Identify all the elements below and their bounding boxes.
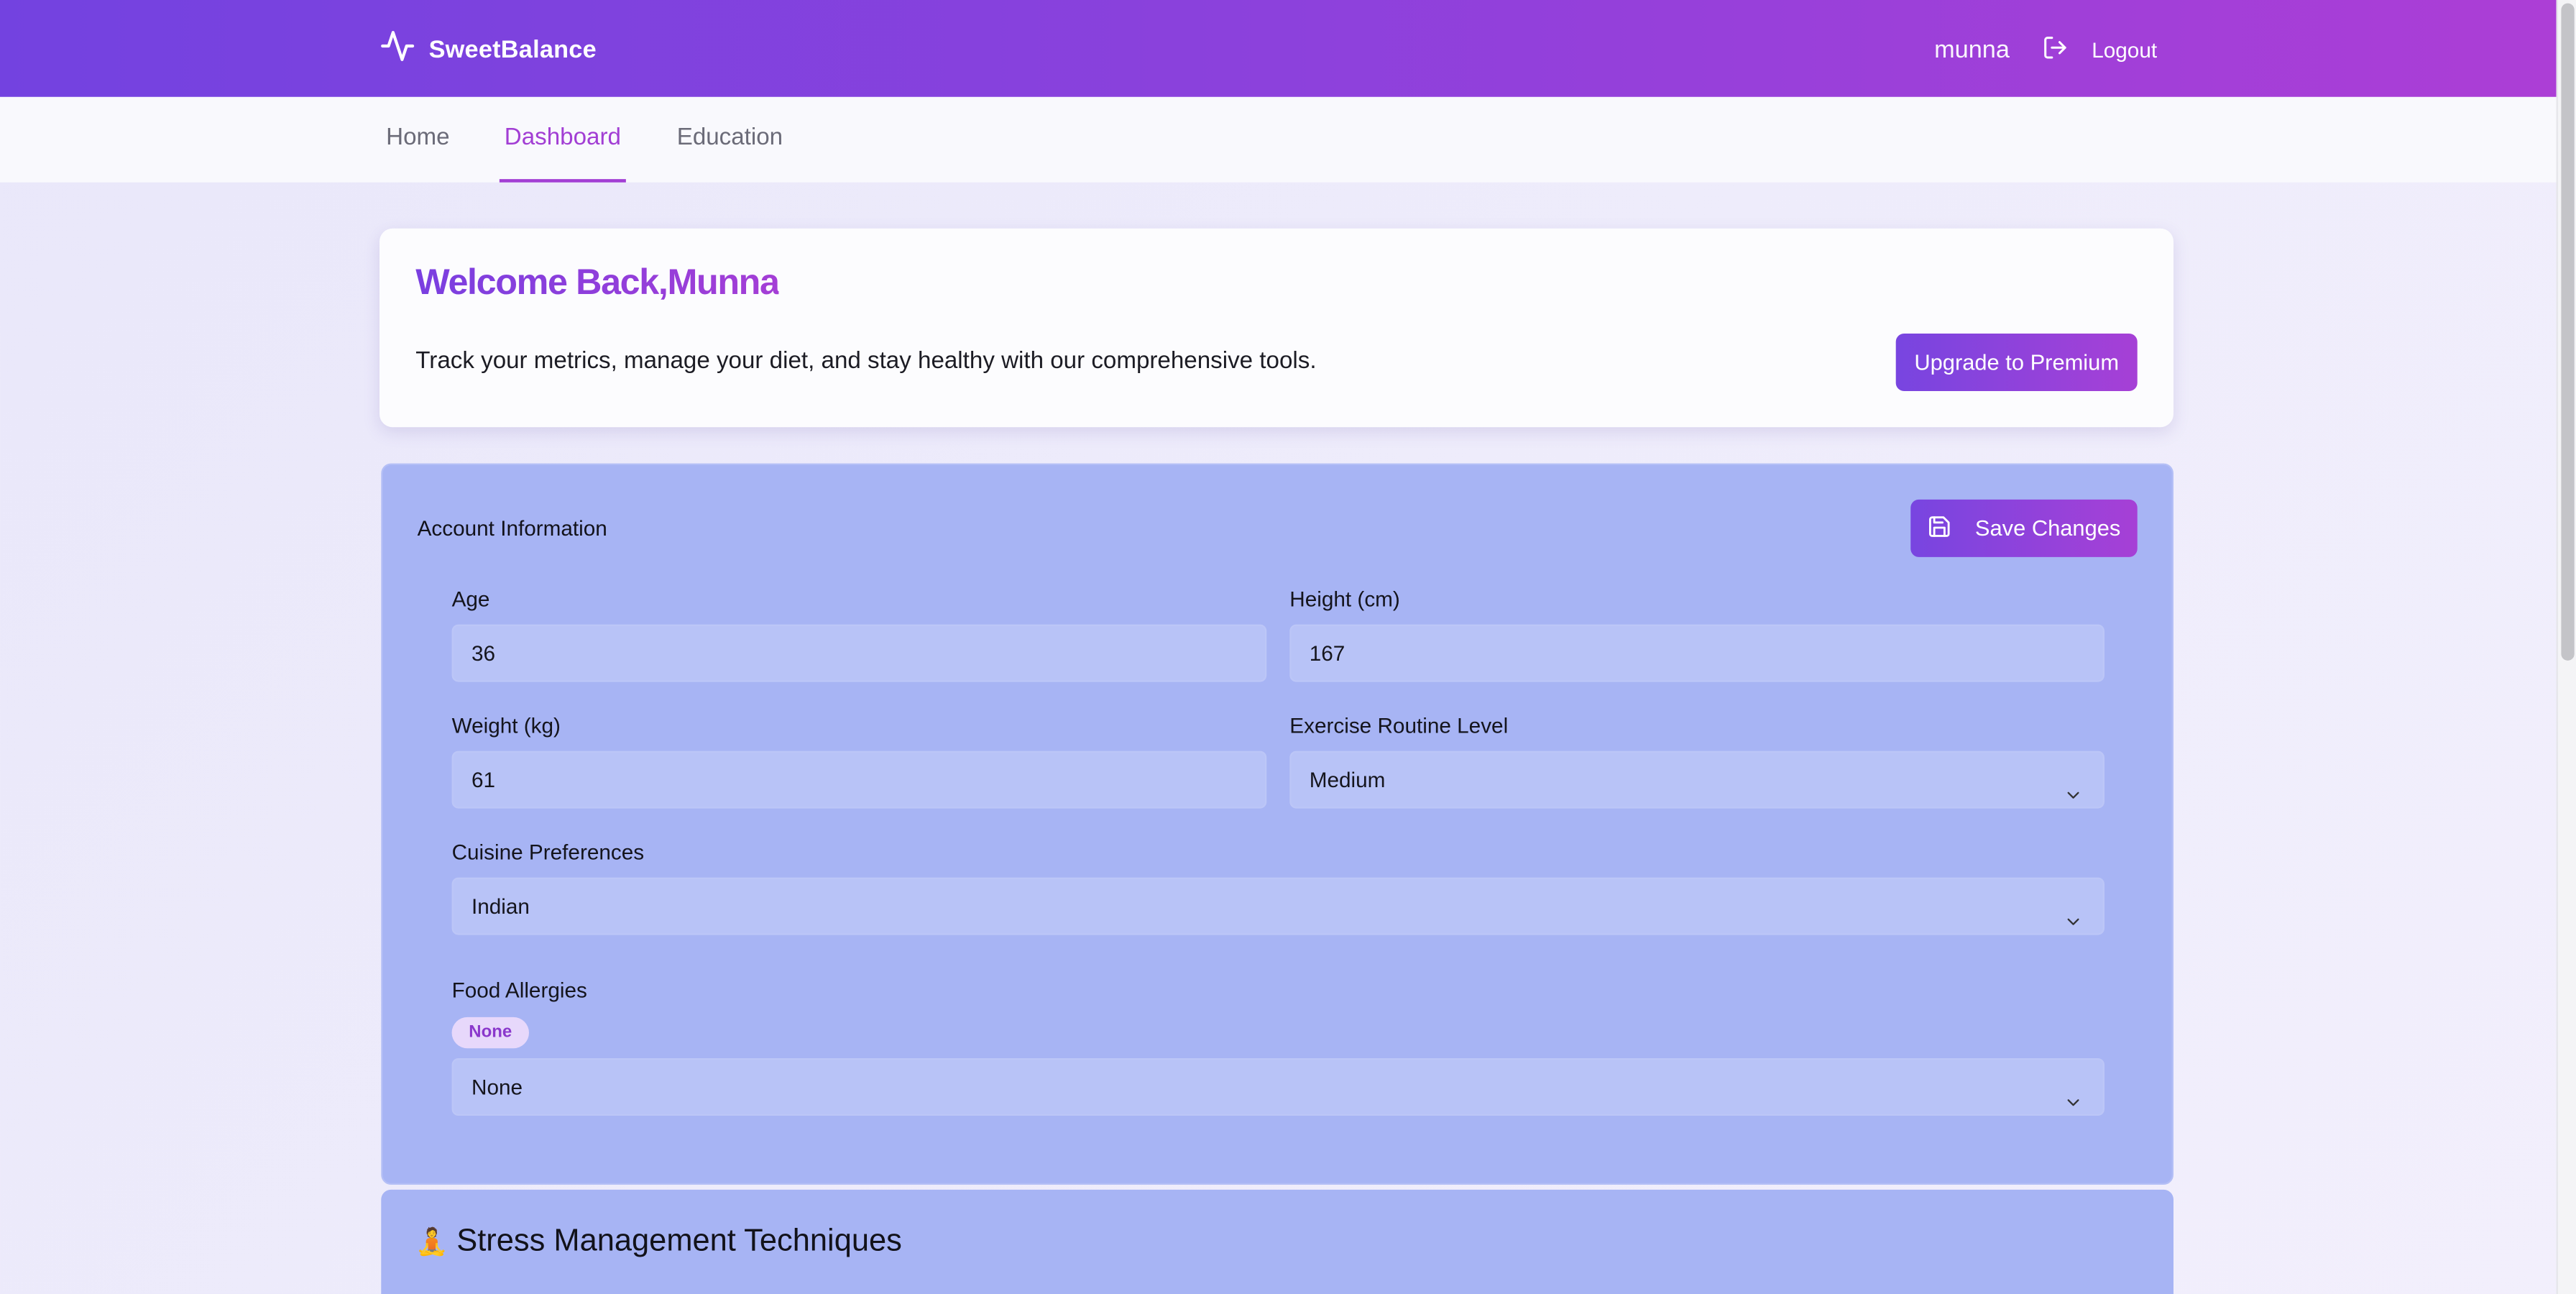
logout-icon [2043,34,2069,65]
page-scrollbar[interactable] [2556,0,2576,1294]
cuisine-label: Cuisine Preferences [451,839,645,865]
user-area: munna Logout [1934,31,2157,67]
stress-management-card: 🧘 Stress Management Techniques [381,1189,2174,1294]
welcome-card: Welcome Back,Munna Track your metrics, m… [379,228,2174,428]
tab-home[interactable]: Home [386,97,449,183]
stress-section-title: 🧘 Stress Management Techniques [415,1224,902,1260]
food-allergies-label: Food Allergies [451,977,587,1003]
exercise-level-value: Medium [1309,767,1386,792]
chevron-down-icon [2064,771,2083,827]
meditation-icon: 🧘 [415,1229,448,1257]
save-changes-label: Save Changes [1974,515,2121,541]
tab-dashboard[interactable]: Dashboard [499,97,626,183]
cuisine-value: Indian [471,894,530,919]
age-label: Age [451,586,490,612]
account-section-title: Account Information [417,515,607,541]
tab-education[interactable]: Education [677,97,783,183]
brand[interactable]: SweetBalance [380,29,597,69]
save-changes-button[interactable]: Save Changes [1910,499,2138,557]
username-label: munna [1934,35,2010,63]
scrollbar-thumb[interactable] [2561,3,2575,661]
heartbeat-pulse-icon [380,27,415,72]
app-root: SweetBalance munna Logout Home Dashboard… [0,0,2576,1294]
exercise-level-label: Exercise Routine Level [1289,712,1509,738]
weight-label: Weight (kg) [451,712,561,738]
cuisine-select[interactable]: Indian [451,877,2104,935]
floppy-disk-icon [1928,513,1952,543]
height-input[interactable]: 167 [1289,624,2104,682]
food-allergies-select[interactable]: None [451,1057,2104,1116]
welcome-title: Welcome Back,Munna [415,261,780,303]
age-input[interactable]: 36 [451,624,1267,682]
nav-bar: Home Dashboard Education [0,96,2557,183]
brand-name: SweetBalance [428,35,597,63]
upgrade-premium-button[interactable]: Upgrade to Premium [1895,333,2138,391]
logout-button[interactable]: Logout [2043,34,2157,65]
logout-label: Logout [2092,37,2158,62]
chevron-down-icon [2064,1078,2083,1134]
weight-input[interactable]: 61 [451,751,1267,809]
account-information-card: Account Information Save Changes Age 36 … [381,463,2174,1185]
food-allergies-value: None [471,1074,523,1100]
exercise-level-select[interactable]: Medium [1289,751,2104,809]
top-header: SweetBalance munna Logout [0,0,2557,97]
stress-title-text: Stress Management Techniques [456,1224,902,1259]
allergy-badge[interactable]: None [451,1017,529,1049]
chevron-down-icon [2064,897,2083,953]
height-label: Height (cm) [1289,586,1400,612]
welcome-description: Track your metrics, manage your diet, an… [415,348,1317,375]
